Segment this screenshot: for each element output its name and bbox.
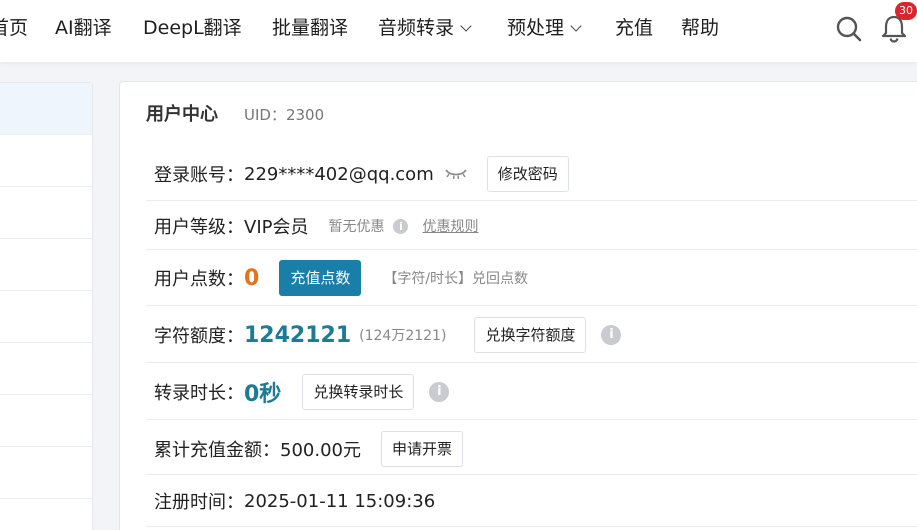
top-navigation: 首页 AI翻译 DeepL翻译 批量翻译 音频转录 预处理 充值 帮助 30 xyxy=(0,0,917,62)
request-invoice-button[interactable]: 申请开票 xyxy=(380,431,463,467)
search-icon[interactable] xyxy=(834,14,864,44)
recharge-points-button[interactable]: 充值点数 xyxy=(279,260,362,296)
chevron-down-icon xyxy=(460,20,472,32)
sidebar-item[interactable] xyxy=(0,83,92,135)
eye-closed-icon[interactable] xyxy=(444,167,468,181)
points-row: 用户点数： 0 充值点数 【字符/时长】兑回点数 xyxy=(146,250,917,306)
sidebar-item[interactable] xyxy=(0,187,92,239)
char-quota-readable: (124万2121) xyxy=(359,328,447,344)
nav-home[interactable]: 首页 xyxy=(0,15,28,41)
nav-preprocess[interactable]: 预处理 xyxy=(507,15,582,41)
duration-row: 转录时长： 0秒 兑换转录时长 i xyxy=(146,363,917,420)
info-icon[interactable]: i xyxy=(429,382,450,402)
duration-value: 0秒 xyxy=(244,382,282,407)
account-row: 登录账号： 229****402@qq.com 修改密码 xyxy=(146,148,917,201)
notification-badge: 30 xyxy=(895,2,917,20)
points-value: 0 xyxy=(244,265,260,291)
level-label: 用户等级： xyxy=(154,217,244,238)
change-password-button[interactable]: 修改密码 xyxy=(486,156,569,192)
sidebar-item[interactable] xyxy=(0,447,92,499)
sidebar-item[interactable] xyxy=(0,343,92,395)
sidebar-item[interactable] xyxy=(0,135,92,187)
nav-audio-transcribe[interactable]: 音频转录 xyxy=(378,15,472,41)
user-center-panel: 用户中心 UID：2300 登录账号： 229****402@qq.com 修改… xyxy=(119,81,917,530)
sidebar-item[interactable] xyxy=(0,291,92,343)
register-time-value: 2025-01-11 15:09:36 xyxy=(244,490,436,512)
char-quota-value: 1242121 xyxy=(244,322,352,348)
sidebar-item[interactable] xyxy=(0,239,92,291)
info-icon[interactable]: i xyxy=(601,325,622,345)
nav-deepl-translate[interactable]: DeepL翻译 xyxy=(143,15,242,41)
sidebar xyxy=(0,82,93,530)
chevron-down-icon xyxy=(570,20,582,32)
level-row: 用户等级： VIP会员 暂无优惠 i 优惠规则 xyxy=(146,201,917,250)
nav-batch-translate[interactable]: 批量翻译 xyxy=(272,15,348,41)
exchange-char-quota-button[interactable]: 兑换字符额度 xyxy=(474,317,587,353)
account-value: 229****402@qq.com xyxy=(244,163,434,185)
nav-ai-translate[interactable]: AI翻译 xyxy=(55,15,112,41)
user-id: UID：2300 xyxy=(244,106,325,124)
nav-audio-transcribe-label: 音频转录 xyxy=(378,17,455,39)
duration-label: 转录时长： xyxy=(154,383,244,404)
char-quota-row: 字符额度： 1242121 (124万2121) 兑换字符额度 i xyxy=(146,306,917,363)
info-icon[interactable]: i xyxy=(393,218,409,234)
nav-help[interactable]: 帮助 xyxy=(681,15,719,41)
discount-rules-link[interactable]: 优惠规则 xyxy=(422,216,478,236)
discount-status: 暂无优惠 xyxy=(328,219,385,235)
exchange-duration-button[interactable]: 兑换转录时长 xyxy=(302,374,415,410)
nav-preprocess-label: 预处理 xyxy=(507,17,565,39)
char-quota-label: 字符额度： xyxy=(154,326,244,347)
account-label: 登录账号： xyxy=(154,165,244,186)
level-value: VIP会员 xyxy=(244,217,309,238)
register-time-label: 注册时间： xyxy=(154,492,244,513)
points-label: 用户点数： xyxy=(154,269,244,290)
register-time-row: 注册时间： 2025-01-11 15:09:36 xyxy=(146,475,917,527)
sidebar-item[interactable] xyxy=(0,395,92,447)
nav-recharge[interactable]: 充值 xyxy=(615,15,653,41)
recharge-total-label: 累计充值金额： xyxy=(154,440,280,461)
points-exchange-note: 【字符/时长】兑回点数 xyxy=(383,271,529,287)
recharge-total-value: 500.00元 xyxy=(280,440,361,461)
recharge-total-row: 累计充值金额： 500.00元 申请开票 xyxy=(146,420,917,475)
page-title: 用户中心 xyxy=(146,104,218,125)
